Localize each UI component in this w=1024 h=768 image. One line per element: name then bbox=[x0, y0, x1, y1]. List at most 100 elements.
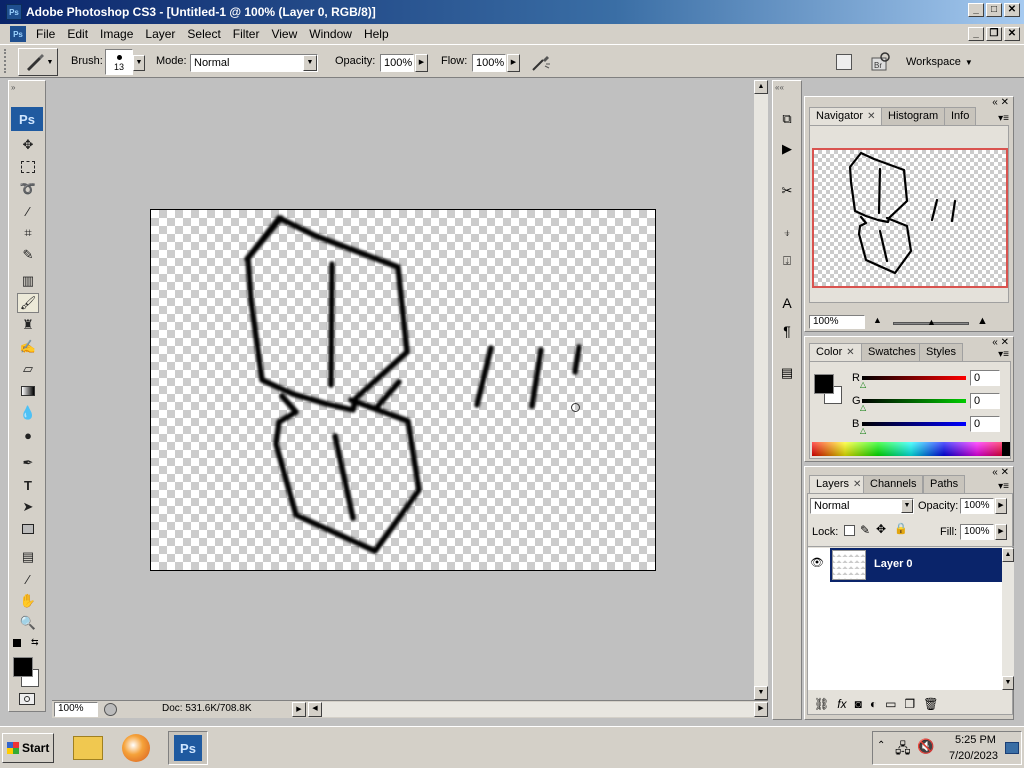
layer-comps-icon[interactable]: ▤ bbox=[777, 365, 797, 385]
red-slider-thumb[interactable]: △ bbox=[860, 380, 866, 389]
blue-slider-thumb[interactable]: △ bbox=[860, 426, 866, 435]
magic-wand-tool-icon[interactable]: ⁄ bbox=[17, 201, 39, 221]
menu-help[interactable]: Help bbox=[358, 27, 395, 41]
close-icon[interactable]: « ✕ bbox=[992, 467, 1009, 478]
adjustment-layer-icon[interactable]: ◐ bbox=[870, 697, 877, 711]
red-input[interactable]: 0 bbox=[970, 370, 1000, 386]
close-icon[interactable]: « ✕ bbox=[992, 97, 1009, 108]
move-tool-icon[interactable]: ✥ bbox=[17, 135, 39, 155]
tab-histogram[interactable]: Histogram bbox=[881, 107, 946, 125]
tool-presets-icon[interactable]: ✂ bbox=[777, 183, 797, 203]
palette-well-icon[interactable] bbox=[836, 54, 852, 70]
lock-image-icon[interactable]: ✎ bbox=[860, 523, 870, 537]
fill-slider-button[interactable]: ▶ bbox=[995, 524, 1007, 540]
network-icon[interactable]: 🖧 bbox=[895, 738, 911, 762]
tab-paths[interactable]: Paths bbox=[923, 475, 966, 493]
scroll-left-arrow[interactable]: ◀ bbox=[308, 702, 322, 717]
blue-input[interactable]: 0 bbox=[970, 416, 1000, 432]
collapse-icon[interactable]: » bbox=[11, 83, 15, 92]
show-hidden-icons[interactable]: ⌃ bbox=[877, 740, 885, 751]
tab-channels[interactable]: Channels bbox=[863, 475, 924, 493]
new-group-icon[interactable]: ▭ bbox=[885, 697, 896, 711]
hand-tool-icon[interactable]: ✋ bbox=[17, 591, 39, 611]
opacity-slider-button[interactable]: ▶ bbox=[415, 54, 428, 72]
maximize-button[interactable]: □ bbox=[986, 3, 1002, 17]
pen-tool-icon[interactable]: ✒ bbox=[17, 453, 39, 473]
green-input[interactable]: 0 bbox=[970, 393, 1000, 409]
menu-window[interactable]: Window bbox=[303, 27, 358, 41]
close-icon[interactable]: « ✕ bbox=[992, 337, 1009, 348]
path-selection-tool-icon[interactable]: ➤ bbox=[17, 497, 39, 517]
brush-dropdown-button[interactable]: ▼ bbox=[133, 55, 145, 71]
doc-close-button[interactable]: ✕ bbox=[1004, 27, 1020, 41]
red-slider[interactable] bbox=[862, 376, 966, 380]
eyedropper-tool-icon[interactable]: ⁄ bbox=[17, 569, 39, 589]
history-panel-icon[interactable]: ⧉ bbox=[777, 111, 797, 131]
panel-menu-icon[interactable]: ▾≡ bbox=[998, 113, 1009, 124]
new-layer-icon[interactable]: ❐ bbox=[904, 697, 915, 711]
document-canvas[interactable] bbox=[150, 209, 656, 571]
menu-edit[interactable]: Edit bbox=[61, 27, 94, 41]
navigator-view-box[interactable] bbox=[812, 148, 1008, 288]
tab-swatches[interactable]: Swatches bbox=[861, 343, 923, 361]
menu-file[interactable]: File bbox=[30, 27, 61, 41]
healing-brush-tool-icon[interactable]: ▥ bbox=[17, 271, 39, 291]
zoom-in-icon[interactable]: ▲ bbox=[977, 315, 988, 327]
layer-name[interactable]: Layer 0 bbox=[874, 558, 913, 570]
scroll-right-arrow[interactable]: ▶ bbox=[754, 702, 768, 717]
scroll-down-arrow[interactable]: ▼ bbox=[1002, 676, 1014, 690]
menu-image[interactable]: Image bbox=[94, 27, 139, 41]
eye-icon[interactable]: 👁 bbox=[810, 556, 826, 572]
lasso-tool-icon[interactable]: ➰ bbox=[17, 179, 39, 199]
swap-colors-icon[interactable]: ⇆ bbox=[31, 637, 39, 648]
crop-tool-icon[interactable]: ⌗ bbox=[17, 223, 39, 243]
tab-styles[interactable]: Styles bbox=[919, 343, 963, 361]
lock-all-icon[interactable]: 🔒 bbox=[894, 522, 908, 535]
fill-input[interactable]: 100% bbox=[960, 524, 994, 540]
status-menu-arrow[interactable]: ▶ bbox=[292, 702, 306, 717]
green-slider-thumb[interactable]: △ bbox=[860, 403, 866, 412]
brush-preset-picker[interactable]: 13 bbox=[105, 49, 133, 75]
menu-filter[interactable]: Filter bbox=[227, 27, 266, 41]
photoshop-taskbar-button[interactable]: Ps bbox=[168, 731, 208, 765]
mode-select[interactable]: Normal ▼ bbox=[190, 54, 318, 72]
menu-select[interactable]: Select bbox=[181, 27, 226, 41]
tab-navigator[interactable]: Navigator ✕ bbox=[809, 107, 883, 125]
start-button[interactable]: Start bbox=[2, 733, 54, 763]
clock-time[interactable]: 5:25 PM bbox=[955, 734, 996, 746]
history-brush-tool-icon[interactable]: ✍ bbox=[17, 337, 39, 357]
zoom-slider-thumb[interactable]: ▲ bbox=[927, 317, 936, 327]
minimize-button[interactable]: _ bbox=[968, 3, 984, 17]
layer-style-icon[interactable]: fx bbox=[837, 697, 846, 711]
default-colors-icon[interactable] bbox=[13, 639, 21, 647]
foreground-color-swatch[interactable] bbox=[13, 657, 33, 677]
navigator-zoom-field[interactable]: 100% bbox=[809, 315, 865, 329]
options-grip[interactable] bbox=[4, 49, 8, 73]
quick-mask-icon[interactable] bbox=[19, 693, 35, 705]
lock-transparent-icon[interactable] bbox=[844, 525, 855, 536]
blend-mode-select[interactable]: Normal ▼ bbox=[810, 498, 914, 514]
type-tool-icon[interactable]: T bbox=[17, 475, 39, 495]
clone-stamp-tool-icon[interactable]: ♜ bbox=[17, 315, 39, 335]
close-button[interactable]: ✕ bbox=[1004, 3, 1020, 17]
rectangle-tool-icon[interactable] bbox=[17, 519, 39, 539]
blur-tool-icon[interactable]: 💧 bbox=[17, 403, 39, 423]
show-desktop-icon[interactable] bbox=[1005, 742, 1019, 754]
zoom-out-icon[interactable]: ▲ bbox=[873, 315, 882, 325]
volume-muted-icon[interactable]: 🔇 bbox=[917, 738, 934, 755]
actions-panel-icon[interactable]: ▶ bbox=[777, 141, 797, 161]
color-ramp[interactable] bbox=[812, 442, 1010, 456]
zoom-tool-icon[interactable]: 🔍 bbox=[17, 613, 39, 633]
workspace-menu-button[interactable]: Workspace ▼ bbox=[906, 52, 984, 72]
layer-row[interactable]: 👁 Layer 0 bbox=[808, 548, 1002, 582]
green-slider[interactable] bbox=[862, 399, 966, 403]
layers-scrollbar[interactable]: ▲ ▼ bbox=[1002, 548, 1014, 690]
flow-slider-button[interactable]: ▶ bbox=[507, 54, 520, 72]
collapse-icon[interactable]: «« bbox=[775, 83, 784, 92]
layer-mask-icon[interactable]: ◙ bbox=[855, 697, 862, 711]
panel-menu-icon[interactable]: ▾≡ bbox=[998, 349, 1009, 360]
dodge-tool-icon[interactable]: ● bbox=[17, 425, 39, 445]
airbrush-icon[interactable] bbox=[530, 53, 552, 73]
blue-slider[interactable] bbox=[862, 422, 966, 426]
scroll-up-arrow[interactable]: ▲ bbox=[1002, 548, 1014, 562]
